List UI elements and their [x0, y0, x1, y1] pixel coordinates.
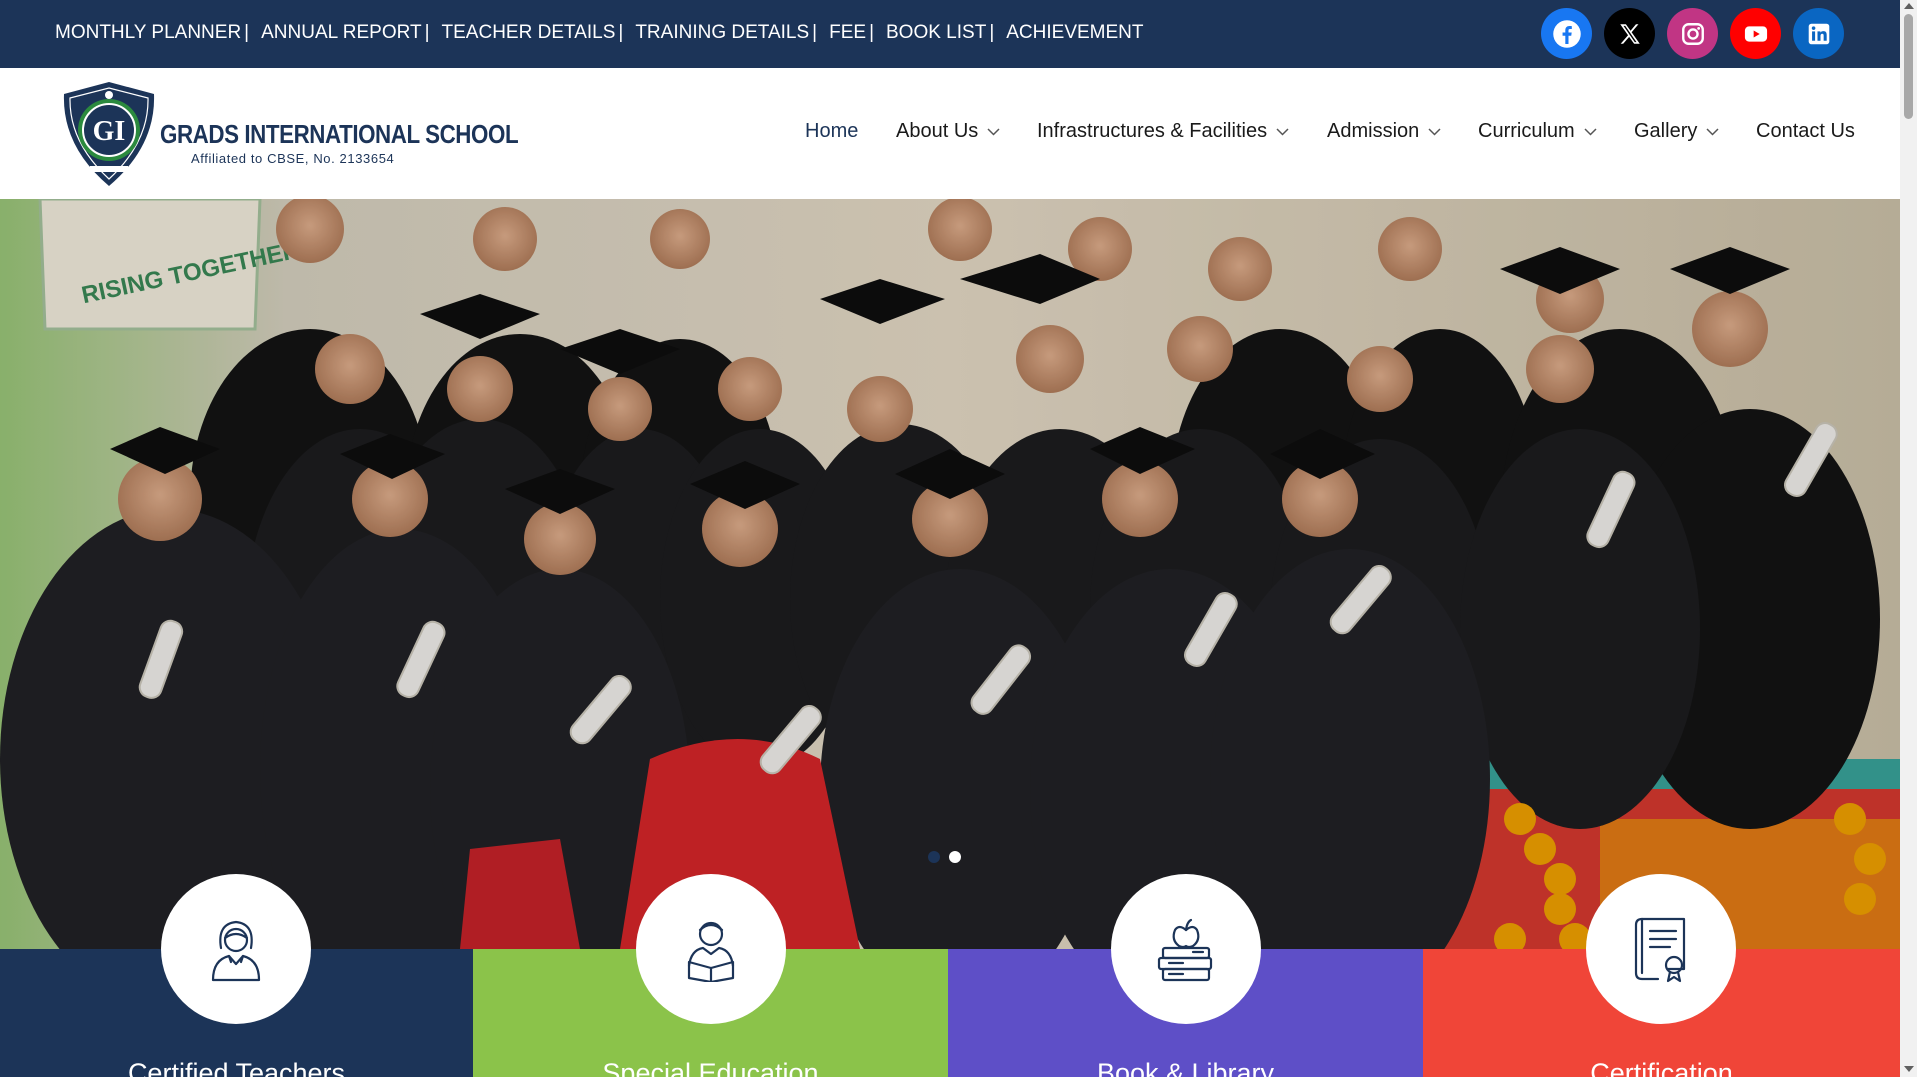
feature-title: Special Education — [602, 1058, 819, 1077]
feature-title: Certification — [1590, 1058, 1733, 1077]
top-link-training-details[interactable]: TRAINING DETAILS — [635, 22, 809, 44]
certificate-icon — [1586, 874, 1736, 1024]
nav-gallery[interactable]: Gallery — [1634, 120, 1719, 143]
slider-dot-1[interactable] — [928, 851, 940, 863]
instagram-icon[interactable] — [1667, 8, 1718, 59]
separator: | — [424, 22, 430, 43]
hero-slider[interactable]: RISING TOGETHER — [0, 199, 1900, 949]
chevron-down-icon — [1584, 127, 1597, 136]
separator: | — [989, 22, 995, 43]
x-twitter-icon[interactable] — [1604, 8, 1655, 59]
feature-title: Certified Teachers — [127, 1058, 346, 1077]
slider-dot-2-active[interactable] — [949, 851, 961, 863]
affiliation-text: Affiliated to CBSE, No. 2133654 — [191, 151, 395, 166]
nav-about-us[interactable]: About Us — [896, 120, 1000, 143]
scrollbar-thumb[interactable] — [1904, 14, 1913, 119]
social-links — [1541, 8, 1844, 59]
chevron-down-icon — [1428, 127, 1441, 136]
chevron-down-icon — [987, 127, 1000, 136]
separator: | — [869, 22, 874, 43]
top-link-book-list[interactable]: BOOK LIST — [886, 22, 986, 44]
teacher-icon — [161, 874, 311, 1024]
top-links: MONTHLY PLANNER | ANNUAL REPORT | TEACHER … — [55, 0, 1144, 66]
separator: | — [244, 22, 250, 43]
nav-admission[interactable]: Admission — [1327, 120, 1441, 143]
chevron-down-icon — [1276, 127, 1289, 136]
separator: | — [812, 22, 818, 43]
top-link-teacher-details[interactable]: TEACHER DETAILS — [442, 22, 616, 44]
nav-infrastructures-facilities[interactable]: Infrastructures & Facilities — [1037, 120, 1289, 143]
top-link-annual-report[interactable]: ANNUAL REPORT — [261, 22, 421, 44]
youtube-icon[interactable] — [1730, 8, 1781, 59]
school-name[interactable]: GRADS INTERNATIONAL SCHOOL — [160, 119, 519, 150]
page-scrollbar[interactable] — [1900, 0, 1917, 1077]
scroll-down-icon[interactable] — [1904, 1066, 1914, 1072]
separator: | — [618, 22, 624, 43]
linkedin-icon[interactable] — [1793, 8, 1844, 59]
logo-letters: GI — [93, 116, 126, 147]
feature-title: Book & Library — [1096, 1058, 1275, 1077]
top-link-monthly-planner[interactable]: MONTHLY PLANNER — [55, 22, 241, 44]
nav-contact-us[interactable]: Contact Us — [1756, 120, 1855, 143]
scroll-up-icon[interactable] — [1904, 3, 1914, 9]
nav-home[interactable]: Home — [805, 120, 858, 143]
books-apple-icon — [1111, 874, 1261, 1024]
slider-dots — [928, 851, 961, 863]
top-link-achievement[interactable]: ACHIEVEMENT — [1006, 22, 1143, 44]
chevron-down-icon — [1706, 127, 1719, 136]
student-reading-icon — [636, 874, 786, 1024]
nav-curriculum[interactable]: Curriculum — [1478, 120, 1597, 143]
school-logo[interactable]: GI — [58, 80, 160, 188]
top-bar: MONTHLY PLANNER | ANNUAL REPORT | TEACHER … — [0, 0, 1900, 68]
facebook-icon[interactable] — [1541, 8, 1592, 59]
top-link-fee[interactable]: FEE — [829, 22, 866, 44]
hero-photo-graduation: RISING TOGETHER — [0, 199, 1900, 949]
